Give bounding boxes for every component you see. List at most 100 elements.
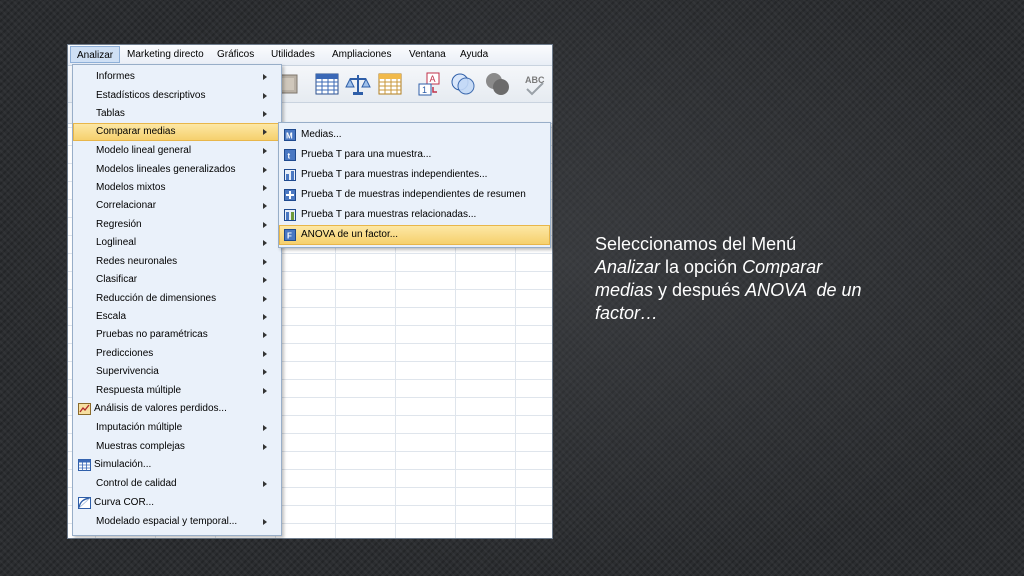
independent-t-icon — [284, 169, 296, 181]
caption-line-1: Seleccionamos del Menú — [595, 234, 797, 254]
analizar-menu: Informes Estadísticos descriptivos Tabla… — [72, 64, 282, 536]
menu-item-label: Loglineal — [96, 237, 137, 248]
menu-item-respuesta-multiple[interactable]: Respuesta múltiple — [73, 382, 281, 400]
menu-item-redes-neuronales[interactable]: Redes neuronales — [73, 253, 281, 271]
submenu-arrow-icon — [263, 129, 267, 135]
menu-item-label: Imputación múltiple — [96, 422, 183, 433]
submenu-item-label: Prueba T para una muestra... — [301, 149, 432, 160]
submenu-arrow-icon — [263, 277, 267, 283]
svg-text:F: F — [287, 232, 292, 241]
caption-y-despues: y después — [653, 280, 746, 300]
svg-text:A: A — [430, 74, 436, 84]
menu-item-modelo-lineal-general[interactable]: Modelo lineal general — [73, 142, 281, 160]
submenu-arrow-icon — [263, 425, 267, 431]
menu-item-label: Simulación... — [94, 459, 152, 470]
menu-item-label: Reducción de dimensiones — [96, 292, 217, 304]
summary-t-icon — [284, 189, 296, 201]
menu-item-label: Escala — [96, 311, 127, 322]
submenu-arrow-icon — [263, 111, 267, 117]
menu-item-analisis-valores-perdidos[interactable]: Análisis de valores perdidos... — [73, 400, 281, 418]
menu-item-comparar-medias[interactable]: Comparar medias — [73, 123, 281, 141]
spellcheck-icon[interactable]: ABC — [523, 70, 551, 98]
submenu-item-prueba-t-relacionadas[interactable]: Prueba T para muestras relacionadas... — [279, 205, 550, 225]
circles-icon[interactable] — [483, 70, 511, 98]
svg-text:M: M — [286, 132, 293, 141]
menu-utilidades[interactable]: Utilidades — [271, 49, 315, 60]
menu-item-label: Predicciones — [96, 348, 154, 359]
submenu-item-anova-un-factor[interactable]: F ANOVA de un factor... — [279, 225, 550, 245]
menu-item-label: Estadísticos descriptivos — [96, 89, 206, 101]
menu-item-supervivencia[interactable]: Supervivencia — [73, 363, 281, 381]
menu-item-imputacion-multiple[interactable]: Imputación múltiple — [73, 419, 281, 437]
menu-item-clasificar[interactable]: Clasificar — [73, 271, 281, 289]
menu-item-correlacionar[interactable]: Correlacionar — [73, 197, 281, 215]
menu-ayuda[interactable]: Ayuda — [460, 49, 488, 60]
menu-item-modelos-mixtos[interactable]: Modelos mixtos — [73, 179, 281, 197]
menu-item-curva-cor[interactable]: Curva COR... — [73, 494, 281, 512]
menu-item-loglineal[interactable]: Loglineal — [73, 234, 281, 252]
menu-ventana[interactable]: Ventana — [409, 49, 446, 60]
table-icon[interactable] — [376, 70, 404, 98]
submenu-arrow-icon — [263, 240, 267, 246]
menu-item-muestras-complejas[interactable]: Muestras complejas — [73, 438, 281, 456]
value-labels-icon[interactable]: A 1 — [415, 70, 443, 98]
menu-item-regresion[interactable]: Regresión — [73, 216, 281, 234]
submenu-arrow-icon — [263, 519, 267, 525]
venn-circles-icon[interactable] — [449, 70, 477, 98]
menu-ampliaciones[interactable]: Ampliaciones — [332, 49, 391, 60]
menu-item-pruebas-no-parametricas[interactable]: Pruebas no paramétricas — [73, 326, 281, 344]
paired-t-icon — [284, 209, 296, 221]
menu-item-label: Modelos lineales generalizados — [96, 163, 236, 175]
submenu-item-label: ANOVA de un factor... — [301, 229, 399, 240]
menu-item-control-de-calidad[interactable]: Control de calidad — [73, 475, 281, 493]
submenu-arrow-icon — [263, 92, 267, 99]
menu-item-reduccion-de-dimensiones[interactable]: Reducción de dimensiones — [73, 290, 281, 308]
submenu-item-label: Prueba T para muestras independientes... — [301, 169, 488, 180]
anova-icon: F — [284, 229, 296, 241]
submenu-arrow-icon — [263, 166, 267, 173]
submenu-arrow-icon — [263, 314, 267, 320]
menu-item-label: Modelo lineal general — [96, 145, 192, 156]
menu-graficos[interactable]: Gráficos — [217, 49, 254, 60]
submenu-item-medias[interactable]: M Medias... — [279, 125, 550, 145]
missing-values-icon — [78, 403, 91, 415]
menu-item-tablas[interactable]: Tablas — [73, 105, 281, 123]
menu-item-label: Modelado espacial y temporal... — [96, 516, 238, 527]
menu-item-label: Control de calidad — [96, 478, 177, 489]
menu-item-label: Muestras complejas — [96, 440, 185, 452]
submenu-arrow-icon — [263, 259, 267, 265]
caption-medias: medias — [595, 280, 654, 300]
comparar-medias-submenu: M Medias... t Prueba T para una muestra.… — [278, 122, 551, 248]
menu-item-predicciones[interactable]: Predicciones — [73, 345, 281, 363]
submenu-item-prueba-t-resumen[interactable]: Prueba T de muestras independientes de r… — [279, 185, 550, 205]
menu-analizar[interactable]: Analizar — [70, 46, 121, 63]
submenu-arrow-icon — [263, 387, 267, 394]
menu-item-label: Clasificar — [96, 274, 138, 285]
submenu-arrow-icon — [263, 295, 267, 302]
menu-item-estadisticos-descriptivos[interactable]: Estadísticos descriptivos — [73, 87, 281, 105]
caption-comparar: Comparar — [742, 257, 823, 277]
balance-scale-icon[interactable] — [344, 70, 372, 98]
menu-item-simulacion[interactable]: Simulación... — [73, 456, 281, 474]
submenu-item-prueba-t-una-muestra[interactable]: t Prueba T para una muestra... — [279, 145, 550, 165]
menu-item-modelos-lineales-generalizados[interactable]: Modelos lineales generalizados — [73, 161, 281, 179]
svg-text:1: 1 — [422, 85, 427, 95]
svg-text:t: t — [288, 152, 291, 161]
roc-curve-icon — [78, 497, 91, 509]
submenu-arrow-icon — [263, 351, 267, 357]
menu-item-label: Modelos mixtos — [96, 182, 166, 193]
slide-caption: Seleccionamos del Menú Analizar la opció… — [595, 233, 895, 325]
menu-item-informes[interactable]: Informes — [73, 68, 281, 86]
data-grid-icon[interactable] — [313, 70, 341, 98]
submenu-arrow-icon — [263, 148, 267, 154]
menu-item-label: Respuesta múltiple — [96, 384, 182, 396]
submenu-item-prueba-t-independientes[interactable]: Prueba T para muestras independientes... — [279, 165, 550, 185]
submenu-arrow-icon — [263, 74, 267, 80]
submenu-item-label: Medias... — [301, 129, 342, 140]
menu-marketing-directo[interactable]: Marketing directo — [127, 49, 204, 60]
menu-item-escala[interactable]: Escala — [73, 308, 281, 326]
menu-item-modelado-espacial-y-temporal[interactable]: Modelado espacial y temporal... — [73, 513, 281, 531]
menu-item-label: Informes — [96, 71, 135, 82]
submenu-item-label: Prueba T para muestras relacionadas... — [301, 209, 477, 220]
menu-item-label: Análisis de valores perdidos... — [94, 403, 227, 414]
